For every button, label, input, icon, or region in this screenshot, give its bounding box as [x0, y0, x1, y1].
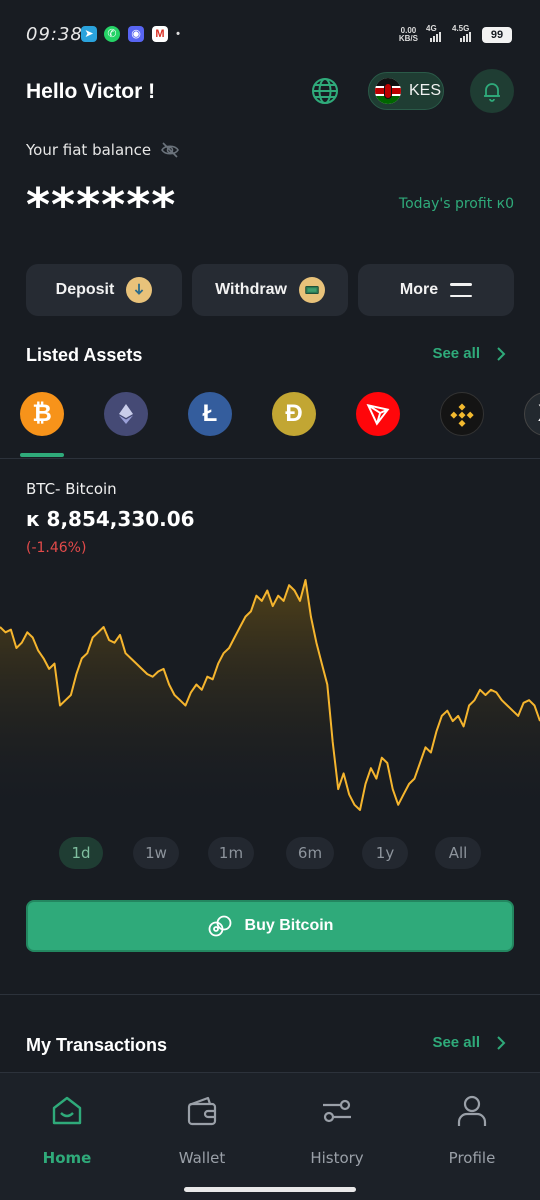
eye-off-icon[interactable] [160, 140, 180, 160]
coins-icon [208, 915, 231, 937]
more-label: More [399, 281, 439, 298]
home-icon [52, 1096, 82, 1125]
status-time: 09:38 [26, 24, 83, 45]
withdraw-label: Withdraw [215, 281, 287, 298]
notifications-button[interactable] [470, 69, 514, 113]
range-1y[interactable]: 1y [362, 837, 408, 869]
status-bar: 09:38 ➤ ✆ ◉ M • 0.00 KB/S 4G 4.5G 99 [0, 0, 540, 70]
discord-icon: ◉ [128, 26, 144, 42]
selected-asset-indicator [20, 453, 64, 457]
nav-profile[interactable]: Profile [422, 1093, 522, 1167]
menu-icon [450, 283, 473, 297]
whatsapp-icon: ✆ [104, 26, 120, 42]
chart-area-fill [0, 580, 540, 820]
range-1m[interactable]: 1m [208, 837, 254, 869]
bottom-nav: Home Wallet History Profile [0, 1072, 540, 1200]
asset-ethereum-icon[interactable] [104, 392, 148, 436]
fiat-balance-label: Your fiat balance [26, 141, 152, 159]
range-all[interactable]: All [435, 837, 481, 869]
coin-change: (-1.46%) [26, 540, 87, 556]
more-notifications-icon: • [176, 28, 180, 40]
coin-name: BTC- Bitcoin [26, 480, 117, 498]
nav-home[interactable]: Home [17, 1093, 117, 1167]
transactions-see-all-link[interactable]: See all [432, 1034, 506, 1051]
globe-icon[interactable] [310, 76, 340, 106]
asset-bnb-icon[interactable] [440, 392, 484, 436]
transactions-divider [0, 994, 540, 995]
currency-label: KES [409, 82, 442, 99]
assets-divider [0, 458, 540, 459]
chevron-right-icon [497, 346, 506, 361]
kenya-flag-icon [375, 78, 401, 104]
more-button[interactable]: More [358, 264, 514, 316]
telegram-icon: ➤ [81, 26, 97, 42]
signal-45g-icon: 4.5G [452, 24, 474, 42]
nav-history[interactable]: History [287, 1093, 387, 1167]
buy-button[interactable]: Buy Bitcoin [26, 900, 514, 952]
withdraw-icon [298, 277, 325, 303]
price-chart[interactable] [0, 570, 540, 820]
range-6m[interactable]: 6m [286, 837, 334, 869]
deposit-button[interactable]: Deposit [26, 264, 182, 316]
transactions-title: My Transactions [26, 1035, 168, 1055]
todays-profit: Today's profit к0 [398, 196, 514, 212]
battery-icon: 99 [482, 27, 512, 43]
asset-litecoin-icon[interactable]: Ł [188, 392, 232, 436]
gmail-icon: M [152, 26, 168, 42]
nav-wallet[interactable]: Wallet [152, 1093, 252, 1167]
signal-4g-icon: 4G [426, 24, 444, 42]
assets-row: ₿ Ł Ð X [0, 390, 540, 438]
buy-button-label: Buy Bitcoin [244, 917, 334, 934]
withdraw-button[interactable]: Withdraw [192, 264, 348, 316]
range-1w[interactable]: 1w [133, 837, 179, 869]
deposit-icon [126, 277, 153, 303]
currency-selector[interactable]: KES [368, 72, 444, 110]
greeting: Hello Victor ! [26, 80, 156, 103]
chevron-right-icon [497, 1035, 506, 1050]
sliders-icon [323, 1099, 351, 1123]
listed-assets-title: Listed Assets [26, 345, 143, 365]
asset-xrp-icon[interactable]: X [524, 392, 540, 436]
bell-icon [484, 83, 500, 102]
asset-tron-icon[interactable] [356, 392, 400, 436]
coin-price: к 8,854,330.06 [26, 507, 195, 531]
wallet-icon [187, 1096, 217, 1126]
home-indicator [184, 1187, 356, 1192]
range-1d[interactable]: 1d [59, 837, 103, 869]
time-range-selector: 1d 1w 1m 6m 1y All [0, 837, 540, 869]
assets-see-all-link[interactable]: See all [432, 345, 506, 362]
asset-dogecoin-icon[interactable]: Ð [272, 392, 316, 436]
balance-value: ****** [26, 178, 177, 232]
net-speed: 0.00 KB/S [398, 26, 418, 43]
deposit-label: Deposit [55, 281, 115, 298]
asset-bitcoin-icon[interactable]: ₿ [20, 392, 64, 436]
profile-icon [457, 1095, 487, 1126]
